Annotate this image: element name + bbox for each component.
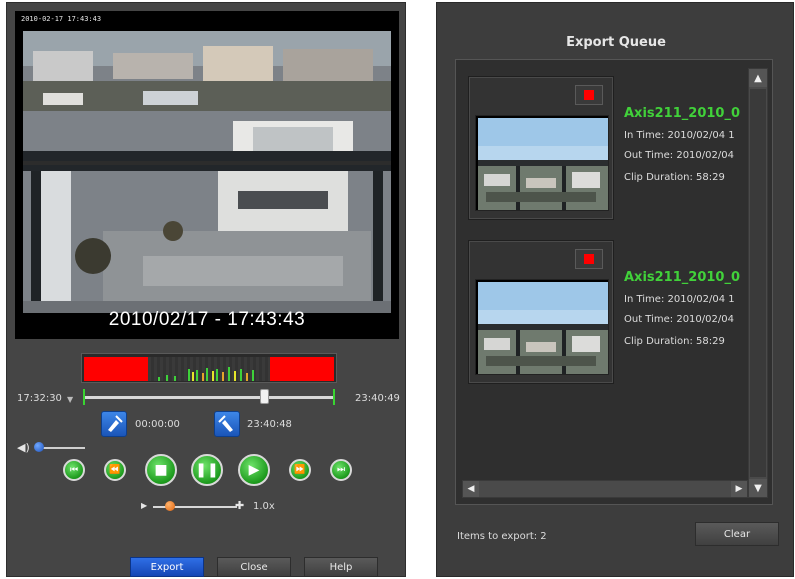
export-queue-panel: Export Queue Axis211_2010_0 In Time: 201… bbox=[436, 2, 794, 577]
volume-slider-track[interactable] bbox=[37, 447, 85, 449]
camera-frame-image bbox=[23, 31, 391, 313]
clip-thumbnail-graphic bbox=[476, 116, 608, 210]
video-player-panel: 2010-02-17 17:43:43 2010/02/17 - 17:43:4… bbox=[6, 2, 406, 577]
range-start-dropdown-icon[interactable]: ▼ bbox=[67, 395, 73, 404]
set-clip-in-button[interactable] bbox=[101, 411, 127, 437]
close-button[interactable]: Close bbox=[217, 557, 291, 577]
clip-thumbnail bbox=[475, 115, 609, 211]
clip-in-time: 00:00:00 bbox=[135, 419, 180, 430]
volume-slider-handle[interactable] bbox=[34, 442, 45, 452]
queue-item-duration: Clip Duration: 58:29 bbox=[624, 172, 725, 183]
play-icon: ▶ bbox=[248, 462, 260, 478]
remove-item-button[interactable] bbox=[575, 249, 603, 269]
remove-item-button[interactable] bbox=[575, 85, 603, 105]
clip-out-marker[interactable] bbox=[333, 389, 335, 405]
skip-to-start-button[interactable]: ⏮ bbox=[63, 459, 85, 481]
pause-icon: ❚❚ bbox=[195, 462, 219, 478]
stop-icon: ■ bbox=[154, 462, 168, 478]
play-button[interactable]: ▶ bbox=[238, 454, 270, 486]
video-viewport[interactable]: 2010-02-17 17:43:43 2010/02/17 - 17:43:4… bbox=[15, 11, 399, 339]
scroll-down-arrow-icon[interactable]: ▼ bbox=[749, 479, 767, 497]
timeline-activity bbox=[148, 357, 270, 381]
scrub-track[interactable] bbox=[83, 396, 335, 399]
queue-item-in-time: In Time: 2010/02/04 1 bbox=[624, 294, 735, 305]
timeline-excluded-start bbox=[84, 357, 148, 381]
video-timestamp: 2010/02/17 - 17:43:43 bbox=[108, 309, 306, 330]
export-queue-list[interactable]: Axis211_2010_0 In Time: 2010/02/04 1 Out… bbox=[455, 59, 773, 505]
panel-title: Export Queue bbox=[566, 35, 666, 50]
items-to-export-count: Items to export: 2 bbox=[457, 531, 547, 542]
range-start-time: 17:32:30 bbox=[17, 393, 62, 404]
clip-start-icon bbox=[108, 415, 123, 432]
stop-square-icon bbox=[584, 90, 594, 100]
set-clip-out-button[interactable] bbox=[214, 411, 240, 437]
rewind-button[interactable]: ⏪ bbox=[104, 459, 126, 481]
queue-item-name: Axis211_2010_0 bbox=[624, 106, 741, 121]
scroll-left-arrow-icon[interactable]: ◀ bbox=[463, 481, 479, 497]
queue-item-name: Axis211_2010_0 bbox=[624, 270, 741, 285]
timeline-excluded-end bbox=[270, 357, 334, 381]
skip-end-icon: ⏭ bbox=[336, 465, 346, 475]
speaker-icon[interactable]: ◀) bbox=[17, 441, 30, 454]
vertical-scrollbar[interactable]: ▲ ▼ bbox=[748, 68, 768, 498]
horizontal-scrollbar[interactable]: ◀ ▶ bbox=[462, 480, 748, 498]
scroll-up-arrow-icon[interactable]: ▲ bbox=[749, 69, 767, 87]
rewind-icon: ⏪ bbox=[109, 465, 121, 475]
clip-in-marker[interactable] bbox=[83, 389, 85, 405]
clip-thumbnail-graphic bbox=[476, 280, 608, 374]
speed-slider-handle[interactable] bbox=[164, 501, 175, 511]
vertical-scroll-thumb[interactable] bbox=[750, 89, 766, 477]
scroll-right-arrow-icon[interactable]: ▶ bbox=[731, 481, 747, 497]
fast-forward-icon: ⏩ bbox=[294, 465, 306, 475]
queue-item-duration: Clip Duration: 58:29 bbox=[624, 336, 725, 347]
clip-end-icon bbox=[218, 415, 233, 432]
activity-histogram-graphic bbox=[158, 367, 254, 381]
pause-button[interactable]: ❚❚ bbox=[191, 454, 223, 486]
scrub-handle[interactable] bbox=[259, 389, 269, 404]
playback-speed-value: 1.0x bbox=[253, 501, 275, 512]
speed-down-icon[interactable]: ▶ bbox=[141, 501, 147, 510]
camera-scene-graphic bbox=[23, 31, 391, 313]
queue-item-out-time: Out Time: 2010/02/04 bbox=[624, 314, 734, 325]
export-button[interactable]: Export bbox=[130, 557, 204, 577]
queue-item-in-time: In Time: 2010/02/04 1 bbox=[624, 130, 735, 141]
clip-timeline[interactable] bbox=[81, 353, 337, 383]
video-overlay-timestamp: 2010-02-17 17:43:43 bbox=[21, 15, 102, 23]
stop-button[interactable]: ■ bbox=[145, 454, 177, 486]
clip-out-time: 23:40:48 bbox=[247, 419, 292, 430]
queue-item-card bbox=[468, 76, 614, 220]
skip-start-icon: ⏮ bbox=[69, 465, 79, 475]
help-button[interactable]: Help bbox=[304, 557, 378, 577]
fast-forward-button[interactable]: ⏩ bbox=[289, 459, 311, 481]
speed-up-icon[interactable]: ✚ bbox=[235, 499, 244, 512]
clip-thumbnail bbox=[475, 279, 609, 375]
clear-queue-button[interactable]: Clear bbox=[695, 522, 779, 546]
stop-square-icon bbox=[584, 254, 594, 264]
queue-item[interactable]: Axis211_2010_0 In Time: 2010/02/04 1 Out… bbox=[468, 76, 768, 226]
skip-to-end-button[interactable]: ⏭ bbox=[330, 459, 352, 481]
range-end-time: 23:40:49 bbox=[355, 393, 400, 404]
queue-item[interactable]: Axis211_2010_0 In Time: 2010/02/04 1 Out… bbox=[468, 240, 768, 390]
queue-item-out-time: Out Time: 2010/02/04 bbox=[624, 150, 734, 161]
queue-item-card bbox=[468, 240, 614, 384]
